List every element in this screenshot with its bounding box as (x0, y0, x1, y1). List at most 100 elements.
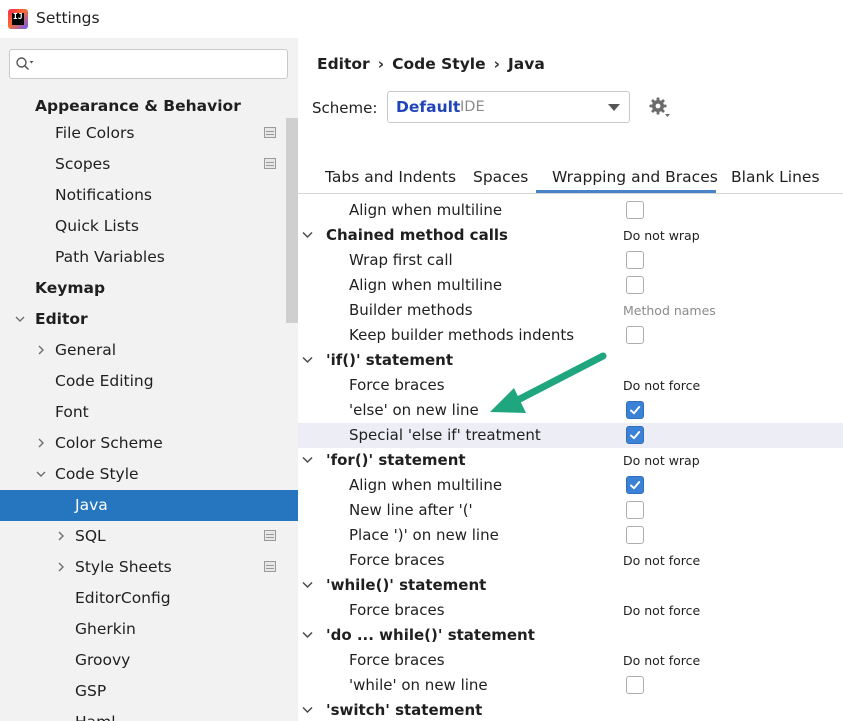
sidebar-item-label: Haml (75, 707, 116, 721)
option-label: 'while' on new line (349, 676, 488, 694)
option-group-label: 'do ... while()' statement (326, 626, 535, 644)
option-row[interactable]: Keep builder methods indents (298, 323, 843, 348)
sidebar-item-style-sheets[interactable]: Style Sheets (0, 552, 298, 583)
option-group-row[interactable]: 'for()' statement Do not wrap (298, 448, 843, 473)
sidebar-item-notifications[interactable]: Notifications (0, 180, 298, 211)
option-checkbox[interactable] (626, 676, 644, 694)
sidebar-item-groovy[interactable]: Groovy (0, 645, 298, 676)
option-row[interactable]: Force braces Do not force (298, 648, 843, 673)
option-value-dropdown[interactable]: Do not wrap (623, 223, 700, 248)
tab-spaces[interactable]: Spaces (473, 168, 528, 186)
scheme-dropdown[interactable]: Default IDE (387, 91, 630, 123)
option-group-label: 'for()' statement (326, 451, 466, 469)
option-row[interactable]: Align when multiline (298, 273, 843, 298)
sidebar-item-code-style[interactable]: Code Style (0, 459, 298, 490)
sidebar-item-java[interactable]: Java (0, 490, 298, 521)
option-row[interactable]: New line after '(' (298, 498, 843, 523)
option-value-dropdown[interactable]: Do not wrap (623, 448, 700, 473)
option-row[interactable]: Builder methods Method names (298, 298, 843, 323)
option-row[interactable]: Align when multiline (298, 473, 843, 498)
intellij-app-icon: IJ (8, 9, 28, 29)
breadcrumb-editor[interactable]: Editor (317, 55, 370, 73)
option-group-row[interactable]: 'do ... while()' statement (298, 623, 843, 648)
chevron-down-icon[interactable] (302, 581, 313, 589)
option-row[interactable]: Wrap first call (298, 248, 843, 273)
sidebar-item-label: EditorConfig (75, 589, 171, 607)
option-row[interactable]: Force braces Do not force (298, 598, 843, 623)
option-group-row[interactable]: 'if()' statement (298, 348, 843, 373)
chevron-down-icon[interactable] (302, 231, 313, 239)
tab-wrapping-and-braces[interactable]: Wrapping and Braces (552, 168, 718, 186)
sidebar-item-path-variables[interactable]: Path Variables (0, 242, 298, 273)
tab-tabs-and-indents[interactable]: Tabs and Indents (325, 168, 456, 186)
sidebar-item-label: Style Sheets (75, 558, 172, 576)
breadcrumb-code-style[interactable]: Code Style (392, 55, 486, 73)
sidebar-item-label: File Colors (55, 124, 135, 142)
sidebar-item-gherkin[interactable]: Gherkin (0, 614, 298, 645)
scheme-label: Scheme: (312, 99, 378, 117)
option-checkbox[interactable] (626, 326, 644, 344)
option-value-dropdown[interactable]: Do not force (623, 373, 700, 398)
project-settings-icon (264, 127, 276, 138)
chevron-down-icon[interactable] (302, 631, 313, 639)
sidebar-item-sql[interactable]: SQL (0, 521, 298, 552)
option-label: Force braces (349, 551, 445, 569)
option-row[interactable]: Align when multiline (298, 198, 843, 223)
option-row[interactable]: 'else' on new line (298, 398, 843, 423)
option-checkbox[interactable] (626, 201, 644, 219)
sidebar-item-code-editing[interactable]: Code Editing (0, 366, 298, 397)
gear-icon[interactable] (649, 97, 671, 119)
chevron-right-icon[interactable] (56, 531, 66, 541)
option-group-row[interactable]: Chained method calls Do not wrap (298, 223, 843, 248)
sidebar-item-editor[interactable]: Editor (0, 304, 298, 335)
option-checkbox[interactable] (626, 401, 644, 419)
sidebar-item-font[interactable]: Font (0, 397, 298, 428)
sidebar-item-keymap[interactable]: Keymap (0, 273, 298, 304)
chevron-down-icon[interactable] (302, 706, 313, 714)
settings-search-input[interactable] (9, 49, 288, 79)
sidebar-item-gsp[interactable]: GSP (0, 676, 298, 707)
option-row[interactable]: Force braces Do not force (298, 373, 843, 398)
option-value-dropdown[interactable]: Do not force (623, 548, 700, 573)
option-label: Align when multiline (349, 201, 503, 219)
option-checkbox[interactable] (626, 276, 644, 294)
chevron-right-icon[interactable] (36, 438, 46, 448)
sidebar-item-label: Notifications (55, 186, 153, 204)
option-row[interactable]: Special 'else if' treatment (298, 423, 843, 448)
option-checkbox[interactable] (626, 251, 644, 269)
option-checkbox[interactable] (626, 476, 644, 494)
sidebar-item-general[interactable]: General (0, 335, 298, 366)
option-checkbox[interactable] (626, 526, 644, 544)
chevron-down-icon[interactable] (15, 314, 25, 324)
breadcrumb: Editor › Code Style › Java (317, 55, 545, 73)
checkmark-icon (630, 406, 641, 415)
option-value-dropdown[interactable]: Do not force (623, 648, 700, 673)
option-checkbox[interactable] (626, 426, 644, 444)
tab-blank-lines[interactable]: Blank Lines (731, 168, 820, 186)
option-group-row[interactable]: 'while()' statement (298, 573, 843, 598)
chevron-down-icon[interactable] (36, 469, 46, 479)
option-row[interactable]: Force braces Do not force (298, 548, 843, 573)
option-row[interactable]: 'while' on new line (298, 673, 843, 698)
chevron-right-icon[interactable] (56, 562, 66, 572)
project-settings-icon (264, 530, 276, 541)
chevron-down-icon[interactable] (302, 456, 313, 464)
scheme-value: Default (396, 98, 461, 116)
sidebar-item-color-scheme[interactable]: Color Scheme (0, 428, 298, 459)
option-label: Builder methods (349, 301, 473, 319)
option-checkbox[interactable] (626, 501, 644, 519)
option-group-label: Chained method calls (326, 226, 508, 244)
sidebar-item-scopes[interactable]: Scopes (0, 149, 298, 180)
option-row[interactable]: Place ')' on new line (298, 523, 843, 548)
option-value-dropdown[interactable]: Do not force (623, 598, 700, 623)
wrapping-options-tree: Align when multiline Chained method calls… (298, 195, 843, 721)
option-label: Special 'else if' treatment (349, 426, 541, 444)
sidebar-item-editorconfig[interactable]: EditorConfig (0, 583, 298, 614)
sidebar-item-quick-lists[interactable]: Quick Lists (0, 211, 298, 242)
chevron-right-icon[interactable] (36, 345, 46, 355)
sidebar-item-file-colors[interactable]: File Colors (0, 118, 298, 149)
chevron-down-icon[interactable] (302, 356, 313, 364)
sidebar-item-haml[interactable]: Haml (0, 707, 298, 721)
option-group-row[interactable]: 'switch' statement (298, 698, 843, 721)
option-text-field[interactable]: Method names (623, 298, 716, 323)
